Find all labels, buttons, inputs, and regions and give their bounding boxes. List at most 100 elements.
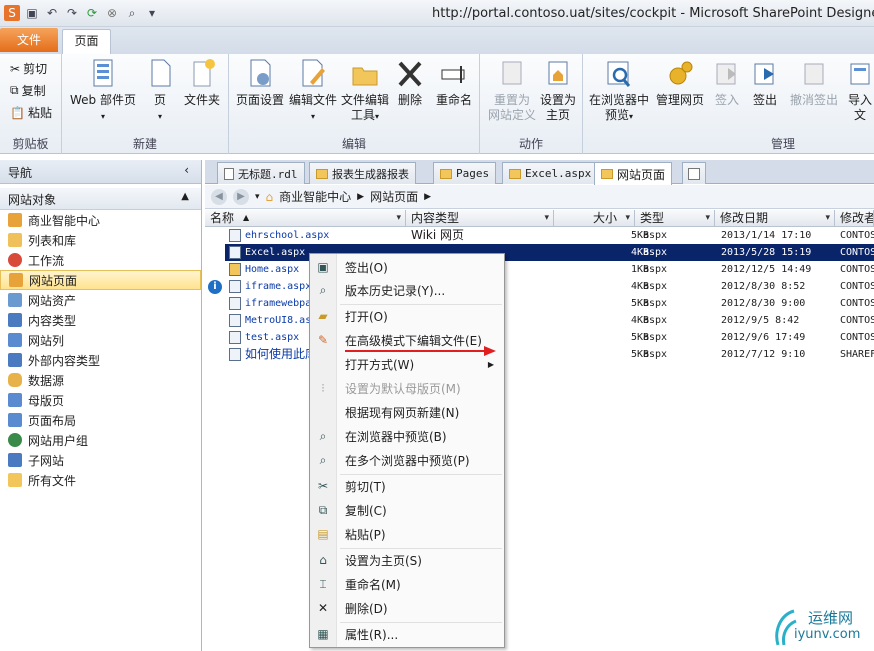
column-type[interactable]: 类型 ▾	[635, 210, 715, 227]
chevron-up-icon[interactable]: ▲	[181, 191, 189, 202]
column-content-type[interactable]: 内容类型 ▾	[406, 210, 554, 227]
menu-item-edit-advanced-mode[interactable]: ✎ 在高级模式下编辑文件(E)	[310, 329, 504, 351]
nav-item-site-columns[interactable]: 网站列	[0, 330, 201, 350]
stop-icon[interactable]: ⊗	[104, 5, 120, 21]
nav-item-bi-center[interactable]: 商业智能中心	[0, 210, 201, 230]
nav-item-workflows[interactable]: 工作流	[0, 250, 201, 270]
undo-checkout-icon	[804, 63, 824, 85]
menu-item-preview-multiple[interactable]: ⌕ 在多个浏览器中预览(P)	[310, 449, 504, 471]
magnifier-icon: ⌕	[319, 429, 327, 443]
menu-item-set-home[interactable]: ⌂ 设置为主页(S)	[310, 549, 504, 571]
import-files-button[interactable]: 导入文	[843, 58, 874, 123]
reset-to-site-definition-button[interactable]: 重置为 网站定义	[484, 58, 540, 123]
edit-file-button[interactable]: 编辑文件 ▾	[287, 58, 339, 124]
scissors-icon: ✂	[317, 479, 329, 493]
doc-tab-report-builder[interactable]: 报表生成器报表	[309, 162, 416, 184]
doc-tab-site-pages[interactable]: 网站页面	[594, 162, 673, 185]
menu-item-cut[interactable]: ✂ 剪切(T)	[310, 475, 504, 497]
nav-item-master-pages[interactable]: 母版页	[0, 390, 201, 410]
menu-item-copy[interactable]: ⧉ 复制(C)	[310, 499, 504, 521]
menu-item-delete[interactable]: ✕ 删除(D)	[310, 597, 504, 619]
breadcrumb-dropdown-icon[interactable]: ▾	[255, 192, 260, 202]
new-folder-button[interactable]: 文件夹	[180, 58, 224, 108]
menu-item-paste[interactable]: ▤ 粘贴(P)	[310, 523, 504, 545]
nav-item-site-pages[interactable]: 网站页面	[0, 270, 201, 290]
preview-icon[interactable]: ⌕	[124, 5, 140, 21]
nav-header: 导航 ‹	[0, 160, 201, 184]
file-edit-tools-button[interactable]: 文件编辑 工具▾	[339, 58, 391, 124]
forward-icon[interactable]: ▶	[233, 188, 249, 205]
filter-dropdown-icon[interactable]: ▾	[544, 210, 549, 226]
image-icon	[8, 293, 22, 307]
page-tab[interactable]: 页面	[62, 29, 111, 54]
gear-icon	[669, 61, 693, 85]
webpart-page-button[interactable]: Web 部件页 ▾	[68, 58, 138, 124]
filter-dropdown-icon[interactable]: ▾	[396, 210, 401, 226]
menu-item-new-from-existing[interactable]: 根据现有网页新建(N)	[310, 401, 504, 423]
properties-icon: ▦	[317, 627, 329, 641]
back-icon[interactable]: ◀	[211, 188, 227, 205]
nav-item-site-assets[interactable]: 网站资产	[0, 290, 201, 310]
set-as-home-button[interactable]: 设置为 主页	[536, 58, 580, 123]
manage-pages-button[interactable]: 管理网页	[653, 58, 707, 108]
doc-tab-pages[interactable]: Pages	[433, 162, 497, 184]
rename-button[interactable]: 重命名	[431, 58, 477, 108]
quick-access-toolbar: S ▣ ↶ ↷ ⟳ ⊗ ⌕ ▾	[4, 5, 160, 21]
column-modified-by[interactable]: 修改者	[835, 210, 874, 227]
nav-item-lists-libraries[interactable]: 列表和库	[0, 230, 201, 250]
save-icon[interactable]: ▣	[24, 5, 40, 21]
new-tab-button[interactable]	[682, 162, 706, 184]
column-size[interactable]: 大小 ▾	[554, 210, 635, 227]
nav-item-all-files[interactable]: 所有文件	[0, 470, 201, 490]
site-pages-icon	[9, 273, 23, 287]
title-bar: S ▣ ↶ ↷ ⟳ ⊗ ⌕ ▾ http://portal.contoso.ua…	[0, 0, 874, 27]
nav-item-data-sources[interactable]: 数据源	[0, 370, 201, 390]
menu-item-rename[interactable]: ⌶ 重命名(M)	[310, 573, 504, 595]
check-out-button[interactable]: 签出	[747, 58, 783, 108]
menu-item-version-history[interactable]: ⌕ 版本历史记录(Y)...	[310, 279, 504, 301]
file-tab[interactable]: 文件	[0, 28, 58, 52]
copy-button[interactable]: ⧉ 复制	[10, 82, 46, 99]
nav-item-content-types[interactable]: 内容类型	[0, 310, 201, 330]
site-objects-header[interactable]: 网站对象 ▲	[0, 188, 201, 210]
new-page-button[interactable]: 页 ▾	[142, 58, 178, 124]
check-in-button[interactable]: 签入	[709, 58, 745, 108]
menu-item-properties[interactable]: ▦ 属性(R)...	[310, 623, 504, 645]
nav-item-page-layouts[interactable]: 页面布局	[0, 410, 201, 430]
menu-item-preview-browser[interactable]: ⌕ 在浏览器中预览(B)	[310, 425, 504, 447]
page-settings-button[interactable]: 页面设置	[233, 58, 287, 108]
page-layout-icon	[8, 413, 22, 427]
customize-qat-icon[interactable]: ▾	[144, 5, 160, 21]
breadcrumb-current[interactable]: 网站页面	[370, 188, 418, 205]
nav-item-external-content-types[interactable]: 外部内容类型	[0, 350, 201, 370]
cut-button[interactable]: ✂ 剪切	[10, 60, 47, 77]
table-row[interactable]: ehrschool.aspx Wiki 网页 5KB aspx 2013/1/14 17…	[225, 227, 874, 244]
redo-icon[interactable]: ↷	[64, 5, 80, 21]
menu-item-set-default-master[interactable]: ⁝ 设置为默认母版页(M)	[310, 377, 504, 399]
menu-item-open-with[interactable]: 打开方式(W) ▶	[310, 353, 504, 375]
breadcrumb-root[interactable]: 商业智能中心	[279, 188, 351, 205]
context-menu: ▣ 签出(O) ⌕ 版本历史记录(Y)... ▰ 打开(O) ✎ 在高级模式下编辑文件(…	[309, 253, 505, 648]
menu-item-open[interactable]: ▰ 打开(O)	[310, 305, 504, 327]
undo-icon[interactable]: ↶	[44, 5, 60, 21]
filter-dropdown-icon[interactable]: ▾	[705, 210, 710, 226]
watermark-url: iyunv.com	[794, 627, 861, 642]
refresh-icon[interactable]: ⟳	[84, 5, 100, 21]
edit-file-icon: ✎	[317, 333, 329, 347]
delete-button[interactable]: 删除	[393, 58, 427, 108]
paste-button[interactable]: 📋 粘贴	[10, 104, 52, 121]
import-icon	[850, 63, 870, 85]
column-name[interactable]: 名称 ▲ ▾	[205, 210, 406, 227]
menu-item-check-out[interactable]: ▣ 签出(O)	[310, 256, 504, 278]
doc-tab-untitled-rdl[interactable]: 无标题.rdl	[217, 162, 305, 184]
app-icon[interactable]: S	[4, 5, 20, 21]
filter-dropdown-icon[interactable]: ▾	[825, 210, 830, 226]
nav-item-subsites[interactable]: 子网站	[0, 450, 201, 470]
undo-checkout-button[interactable]: 撤消签出	[787, 58, 841, 108]
filter-dropdown-icon[interactable]: ▾	[625, 210, 630, 226]
collapse-nav-icon[interactable]: ‹	[184, 163, 189, 177]
column-modified-date[interactable]: 修改日期 ▾	[715, 210, 835, 227]
doc-tab-excel-aspx[interactable]: Excel.aspx	[502, 162, 599, 184]
preview-in-browser-button[interactable]: 在浏览器中 预览▾	[587, 58, 651, 124]
nav-item-site-groups[interactable]: 网站用户组	[0, 430, 201, 450]
